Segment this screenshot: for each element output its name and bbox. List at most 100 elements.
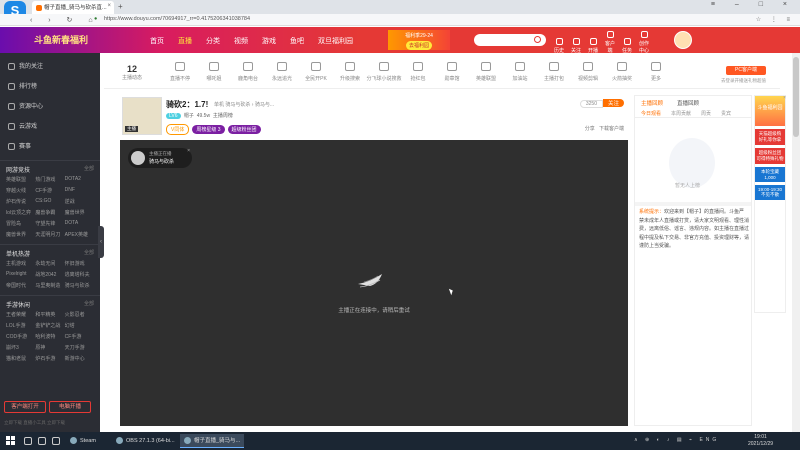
category-item[interactable]: 主播打包 [536, 62, 572, 82]
ad-item[interactable]: 超级粉丝团 可得特殊礼物 [755, 148, 785, 164]
client-button[interactable]: 客户端 [603, 31, 617, 54]
window-controls[interactable]: ≡ – □ × [711, 1, 796, 8]
sidebar-item-follow[interactable]: 我的关注 [0, 57, 100, 77]
promo-banner[interactable]: 福利季29-24 去福利园 [388, 30, 450, 50]
badge-fans[interactable]: 超级粉丝团 [227, 125, 261, 134]
site-logo[interactable]: 斗鱼新春福利 [34, 30, 144, 50]
category-link[interactable]: 崩坏3 [6, 344, 35, 351]
new-tab-icon[interactable]: + [118, 2, 123, 11]
category-item[interactable]: 抢红包 [400, 62, 436, 82]
category-link[interactable]: DNF [65, 187, 94, 194]
ad-item[interactable]: 天猫超级购 好礼等你拿 [755, 129, 785, 145]
search-input[interactable] [474, 34, 546, 46]
active-tab[interactable]: 帽子直播_骑马与砍杀直... × [32, 1, 114, 14]
tab-today[interactable]: 今日观看 [641, 111, 661, 117]
sidebar-item-event[interactable]: 赛事 [0, 137, 100, 157]
nav-home[interactable]: 首页 [150, 38, 164, 45]
taskbar-app-browser[interactable]: 帽子直播_骑马与... [180, 434, 245, 448]
report-link[interactable]: 主播周榜 [213, 113, 233, 119]
category-link[interactable]: 天涯明月刀 [35, 231, 64, 238]
category-link[interactable]: 王者荣耀 [6, 311, 35, 318]
category-link[interactable]: 永劫无间 [35, 260, 64, 267]
open-client-button[interactable]: 客户端打开 [4, 401, 46, 413]
page-scrollbar[interactable] [792, 53, 800, 432]
category-item[interactable]: 英雄联盟 [468, 62, 504, 82]
category-link[interactable]: CF手游 [35, 187, 64, 194]
category-item[interactable]: 永远追光 [264, 62, 300, 82]
sidebar-footer[interactable]: 立即下载 直播小工具 立即下载 [4, 420, 65, 426]
nav-game[interactable]: 游戏 [262, 38, 276, 45]
category-link[interactable]: 守望先锋 [35, 220, 64, 227]
tab-vip[interactable]: 贵宾 [721, 111, 731, 117]
category-item[interactable]: 直播不停 [162, 62, 198, 82]
tab-weekly[interactable]: 周贡 [701, 111, 711, 117]
category-link[interactable]: 魔兽世界 [6, 231, 35, 238]
navigation-buttons[interactable]: ‹ › ↻ ⌂ [30, 16, 100, 24]
category-link[interactable]: 炉石传说 [6, 198, 35, 205]
ad-top[interactable]: 斗鱼福利园 [755, 96, 785, 126]
taskbar-clock[interactable]: 19:01 2021/12/29 [748, 434, 773, 448]
close-icon[interactable]: × [783, 95, 786, 101]
tab-week[interactable]: 本周贡献 [671, 111, 691, 117]
category-link[interactable]: 金铲铲之战 [35, 322, 64, 329]
category-link[interactable]: 原神 [35, 344, 64, 351]
category-link[interactable]: APEX英雄 [65, 231, 94, 238]
player-anchor-card[interactable]: 主播正在播 骑马与砍杀 × [128, 148, 192, 168]
category-link[interactable]: 冒险岛 [6, 220, 35, 227]
category-link[interactable]: 英雄联盟 [6, 176, 35, 183]
category-link[interactable]: 魔兽世界 [65, 209, 94, 216]
anchor-name[interactable]: 帽子 [184, 113, 194, 119]
sidebar-item-cloud-game[interactable]: 云游戏 [0, 117, 100, 137]
explorer-icon[interactable] [52, 437, 60, 445]
nav-welfare[interactable]: 双旦福利园 [318, 38, 353, 45]
category-link[interactable]: COD手游 [6, 333, 35, 340]
creator-button[interactable]: 创作中心 [637, 31, 651, 54]
category-item[interactable]: 勋章馆 [434, 62, 470, 82]
nav-category[interactable]: 分类 [206, 38, 220, 45]
floating-ad[interactable]: × 斗鱼福利园 天猫超级购 好礼等你拿 超级粉丝团 可得特殊礼物 本轮宝藏 1,… [754, 95, 786, 313]
taskbar-app-obs[interactable]: OBS 27.1.3 (64-bi... [112, 434, 179, 448]
ad-item[interactable]: 本轮宝藏 1,000 [755, 167, 785, 182]
category-link[interactable]: 新游中心 [65, 355, 94, 362]
sidebar-item-rank[interactable]: 排行榜 [0, 77, 100, 97]
windows-start-icon[interactable] [6, 436, 16, 446]
category-link[interactable]: Pixelright [6, 271, 35, 278]
sidebar-item-resource[interactable]: 资源中心 [0, 97, 100, 117]
share-button[interactable]: 分享 [585, 126, 595, 132]
category-link[interactable]: CF手游 [65, 333, 94, 340]
address-bar-actions[interactable]: ☆ ⋮ ≡ [756, 16, 794, 23]
category-link[interactable]: 战地2042 [35, 271, 64, 278]
follow-button[interactable]: 关注 [569, 38, 583, 54]
category-item[interactable]: 全民开PK [298, 62, 334, 82]
category-item[interactable]: 视频剪辑 [570, 62, 606, 82]
pc-broadcast-button[interactable]: 电脑开播 [49, 401, 91, 413]
task-view-icon[interactable] [38, 437, 46, 445]
category-link[interactable]: 火影忍者 [65, 311, 94, 318]
category-item[interactable]: 分飞球小说搜救 [366, 62, 402, 82]
category-link[interactable]: 帝国时代 [6, 282, 35, 289]
anchor-dynamic[interactable]: 12 主播动态 [122, 64, 142, 81]
category-link[interactable]: 和平精英 [35, 311, 64, 318]
category-link[interactable]: LOL手游 [6, 322, 35, 329]
sidebar-collapse-icon[interactable]: ‹ [98, 226, 104, 258]
category-link[interactable]: 热门游戏 [35, 176, 64, 183]
category-link[interactable]: 怀旧游戏 [65, 260, 94, 267]
promo-button[interactable]: 去福利园 [405, 41, 432, 50]
category-link[interactable]: lol云顶之弈 [6, 209, 35, 216]
nav-live[interactable]: 直播 [178, 38, 192, 45]
anchor-avatar[interactable]: 主播 [122, 97, 162, 135]
user-avatar[interactable] [674, 31, 692, 49]
category-item[interactable]: 火箭抽奖 [604, 62, 640, 82]
category-link[interactable]: DOTA2 [65, 176, 94, 183]
category-link[interactable]: 哈利波特 [35, 333, 64, 340]
history-button[interactable]: 历史 [552, 38, 566, 54]
category-link[interactable]: 猫和老鼠 [6, 355, 35, 362]
category-link[interactable]: CS:GO [35, 198, 64, 205]
taskbar-app-steam[interactable]: Steam [66, 434, 100, 448]
search-icon[interactable] [534, 36, 541, 43]
category-link[interactable]: 魔兽争霸 [35, 209, 64, 216]
category-link[interactable]: DOTA [65, 220, 94, 227]
tab-anchor-review[interactable]: 主播回顾 [641, 101, 663, 107]
nav-video[interactable]: 视频 [234, 38, 248, 45]
section-more-link[interactable]: 全部 [84, 165, 94, 172]
